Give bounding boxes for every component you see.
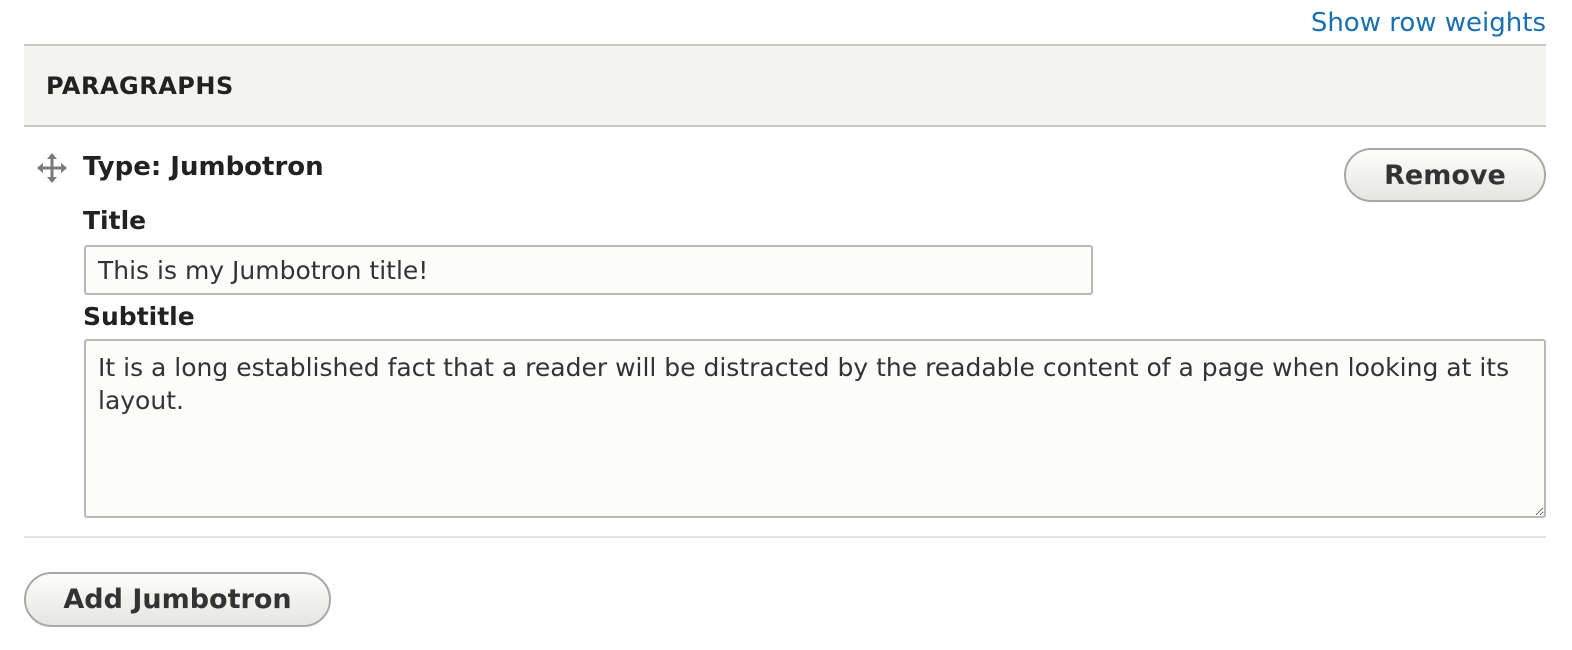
paragraphs-widget: Show row weights PARAGRAPHS Type: Jumbot…	[0, 0, 1572, 650]
remove-button[interactable]: Remove	[1344, 148, 1546, 202]
row-divider	[24, 536, 1546, 538]
title-field-label: Title	[83, 206, 147, 235]
subtitle-field-label: Subtitle	[83, 302, 195, 331]
paragraph-type-label: Type: Jumbotron	[83, 152, 324, 182]
subtitle-field[interactable]: It is a long established fact that a rea…	[84, 339, 1546, 518]
paragraphs-table-header: PARAGRAPHS	[24, 44, 1546, 127]
title-field[interactable]	[84, 245, 1093, 295]
show-row-weights-link[interactable]: Show row weights	[1311, 8, 1546, 38]
move-arrows-icon[interactable]	[37, 153, 67, 183]
paragraphs-header-label: PARAGRAPHS	[46, 72, 234, 100]
add-jumbotron-button[interactable]: Add Jumbotron	[24, 572, 331, 627]
